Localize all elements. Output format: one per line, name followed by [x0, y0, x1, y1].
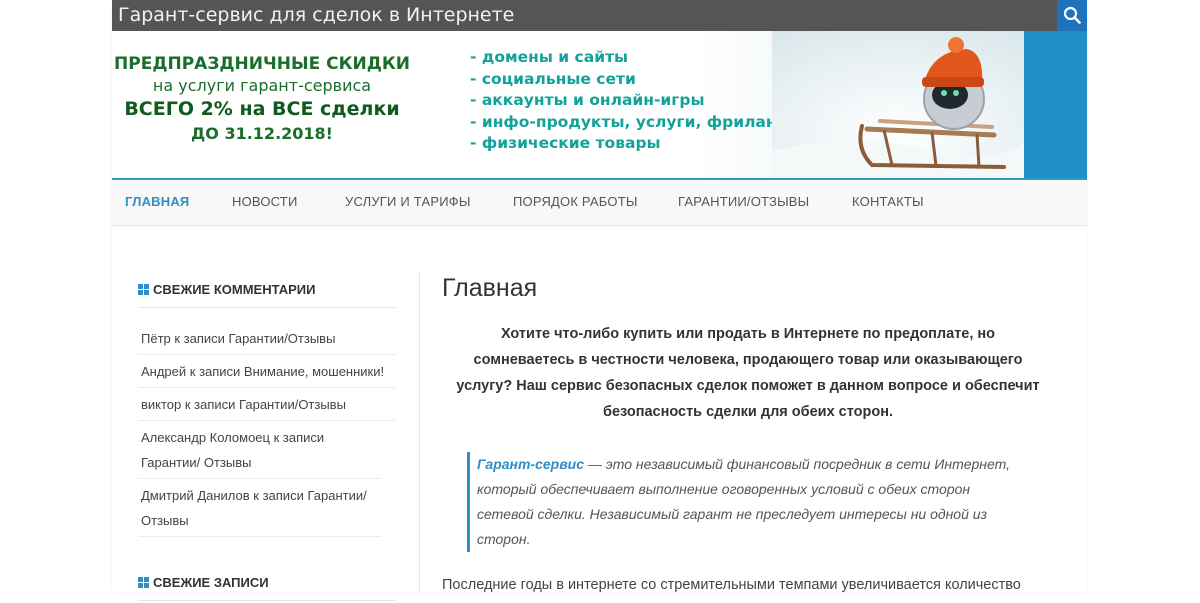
intro-paragraph: Хотите что-либо купить или продать в Инт… — [456, 326, 1040, 420]
nav-item-reviews[interactable]: ГАРАНТИИ/ОТЗЫВЫ — [678, 194, 809, 209]
recent-comments-title: СВЕЖИЕ КОММЕНТАРИИ — [138, 270, 396, 308]
comment-item: Андрей к записи Внимание, мошенники! — [138, 355, 396, 388]
banner-promo-text: ПРЕДПРАЗДНИЧНЫЕ СКИДКИ на услуги гарант-… — [112, 53, 412, 145]
nav-item-news[interactable]: НОВОСТИ — [232, 194, 298, 209]
page-title: Главная — [442, 274, 538, 302]
banner-line-2: на услуги гарант-сервиса — [152, 76, 372, 95]
sidebar-divider — [419, 272, 420, 592]
body-paragraph: Последние годы в интернете со стремитель… — [442, 577, 1021, 593]
site-title[interactable]: Гарант-сервис для сделок в Интернете — [118, 3, 514, 28]
nav-item-contacts[interactable]: КОНТАКТЫ — [852, 194, 924, 209]
comment-item: Александр Коломоец к записи Гарантии/ От… — [138, 421, 381, 479]
banner-line-4: ДО 31.12.2018! — [191, 124, 333, 143]
recent-posts-title: СВЕЖИЕ ЗАПИСИ — [138, 563, 396, 601]
nav-item-workflow[interactable]: ПОРЯДОК РАБОТЫ — [513, 194, 638, 209]
comment-link[interactable]: Александр Коломоец к записи Гарантии/ От… — [141, 430, 324, 470]
grid-icon — [138, 284, 149, 295]
banner-list-item: - аккаунты и онлайн-игры — [470, 91, 705, 109]
page: Гарант-сервис для сделок в Интернете ПРЕ… — [112, 0, 1087, 601]
banner-service-list: - домены и сайты - социальные сети - акк… — [470, 47, 786, 155]
main-navigation: ГЛАВНАЯ НОВОСТИ УСЛУГИ И ТАРИФЫ ПОРЯДОК … — [112, 178, 1087, 226]
banner-blue-stripe — [1024, 31, 1087, 178]
grid-icon — [138, 577, 149, 588]
comment-item: Дмитрий Данилов к записи Гарантии/ Отзыв… — [138, 479, 381, 537]
top-bar: Гарант-сервис для сделок в Интернете — [112, 0, 1087, 31]
widget-title-text: СВЕЖИЕ ЗАПИСИ — [153, 575, 269, 590]
guarantee-blockquote: Гарант-сервис — это независимый финансов… — [467, 452, 1017, 552]
quote-highlight[interactable]: Гарант-сервис — [477, 456, 584, 472]
banner-line-1: ПРЕДПРАЗДНИЧНЫЕ СКИДКИ — [114, 54, 410, 74]
banner-line-3: ВСЕГО 2% на ВСЕ сделки — [124, 98, 400, 120]
comment-link[interactable]: Пётр к записи Гарантии/Отзывы — [141, 331, 335, 346]
nav-item-services[interactable]: УСЛУГИ И ТАРИФЫ — [345, 194, 471, 209]
sled-robot-illustration — [772, 31, 1024, 178]
search-icon — [1063, 6, 1081, 24]
main-content: Главная Хотите что-либо купить или прода… — [442, 270, 1054, 593]
banner-list-item: - социальные сети — [470, 69, 636, 88]
sidebar: СВЕЖИЕ КОММЕНТАРИИ Пётр к записи Гаранти… — [138, 270, 396, 601]
search-button[interactable] — [1057, 0, 1087, 31]
comment-link[interactable]: виктор к записи Гарантии/Отзывы — [141, 397, 346, 412]
banner-list-item: - инфо-продукты, услуги, фриланс — [470, 112, 786, 131]
comment-link[interactable]: Андрей к записи Внимание, мошенники! — [141, 364, 384, 379]
comment-item: Пётр к записи Гарантии/Отзывы — [138, 322, 396, 355]
comment-link[interactable]: Дмитрий Данилов к записи Гарантии/ Отзыв… — [141, 488, 367, 528]
comment-item: виктор к записи Гарантии/Отзывы — [138, 388, 396, 421]
widget-title-text: СВЕЖИЕ КОММЕНТАРИИ — [153, 282, 316, 297]
banner-list-item: - физические товары — [470, 134, 661, 152]
nav-item-home[interactable]: ГЛАВНАЯ — [125, 194, 189, 209]
banner-list-item: - домены и сайты — [470, 48, 629, 66]
promo-banner[interactable]: ПРЕДПРАЗДНИЧНЫЕ СКИДКИ на услуги гарант-… — [112, 31, 1087, 178]
